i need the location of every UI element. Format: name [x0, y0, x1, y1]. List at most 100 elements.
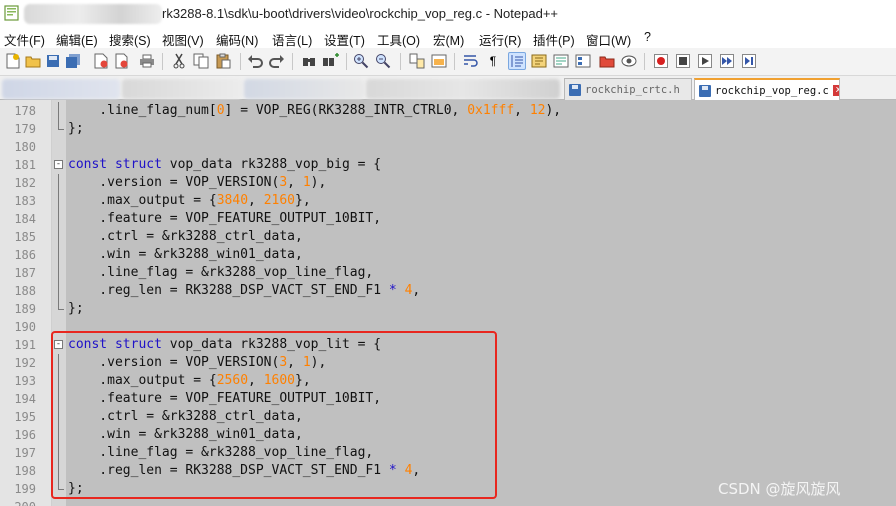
- saved-file-icon: [569, 83, 581, 96]
- fold-toggle-icon[interactable]: -: [54, 160, 63, 169]
- fold-guide: [58, 282, 59, 300]
- code-line[interactable]: 189};: [0, 300, 896, 318]
- window-title: rk3288-8.1\sdk\u-boot\drivers\video\rock…: [162, 6, 558, 21]
- show-all-characters-icon[interactable]: ¶: [484, 52, 502, 70]
- code-text: .version = VOP_VERSION(3, 1),: [68, 175, 327, 190]
- open-file-icon[interactable]: [24, 52, 42, 70]
- menu-file[interactable]: 文件(F): [4, 30, 45, 49]
- code-line[interactable]: 188 .reg_len = RK3288_DSP_VACT_ST_END_F1…: [0, 282, 896, 300]
- toolbar-separator: [644, 53, 645, 70]
- redacted-tab[interactable]: [366, 79, 560, 99]
- save-all-icon[interactable]: [64, 52, 82, 70]
- cut-icon[interactable]: [170, 52, 188, 70]
- stop-recording-icon[interactable]: [674, 52, 692, 70]
- fold-end-marker: [58, 300, 64, 310]
- code-line[interactable]: 200: [0, 498, 896, 506]
- line-number: 200: [0, 498, 36, 506]
- close-icon[interactable]: [92, 52, 110, 70]
- new-file-icon[interactable]: [4, 52, 22, 70]
- fold-guide: [58, 264, 59, 282]
- code-text: .reg_len = RK3288_DSP_VACT_ST_END_F1 * 4…: [68, 283, 421, 298]
- menu-edit[interactable]: 编辑(E): [56, 30, 98, 49]
- line-number: 187: [14, 266, 36, 280]
- redacted-tab[interactable]: [244, 79, 364, 99]
- redacted-path: [24, 4, 162, 24]
- word-wrap-icon[interactable]: [462, 52, 480, 70]
- close-all-icon[interactable]: [112, 52, 130, 70]
- replace-icon[interactable]: [322, 52, 340, 70]
- line-number: 199: [14, 482, 36, 496]
- redo-icon[interactable]: [268, 52, 286, 70]
- tab-label: rockchip_vop_reg.c: [715, 84, 829, 97]
- zoom-in-icon[interactable]: [352, 52, 370, 70]
- menu-run[interactable]: 运行(R): [479, 30, 521, 49]
- code-editor[interactable]: 178 .line_flag_num[0] = VOP_REG(RK3288_I…: [0, 100, 896, 506]
- menu-search[interactable]: 搜索(S): [109, 30, 151, 49]
- line-number: 197: [14, 446, 36, 460]
- line-number: 181: [14, 158, 36, 172]
- watermark: CSDN @旋风旋风: [718, 480, 841, 498]
- menu-macro[interactable]: 宏(M): [433, 30, 464, 49]
- redacted-tab[interactable]: [122, 79, 242, 99]
- code-line[interactable]: 187 .line_flag = &rk3288_vop_line_flag,: [0, 264, 896, 282]
- code-line[interactable]: 182 .version = VOP_VERSION(3, 1),: [0, 174, 896, 192]
- menu-plugins[interactable]: 插件(P): [533, 30, 575, 49]
- playback-macro-icon[interactable]: [696, 52, 714, 70]
- fold-guide: [58, 102, 59, 120]
- sync-vertical-icon[interactable]: [408, 52, 426, 70]
- function-list-icon[interactable]: [574, 52, 592, 70]
- line-number: 189: [14, 302, 36, 316]
- code-line[interactable]: 178 .line_flag_num[0] = VOP_REG(RK3288_I…: [0, 102, 896, 120]
- code-line[interactable]: 184 .feature = VOP_FEATURE_OUTPUT_10BIT,: [0, 210, 896, 228]
- fold-guide: [58, 192, 59, 210]
- tab-rockchip-crtc-h[interactable]: rockchip_crtc.h: [564, 78, 692, 100]
- tab-rockchip-vop-reg-c[interactable]: rockchip_vop_reg.c x: [694, 78, 840, 101]
- menu-help[interactable]: ?: [644, 30, 651, 44]
- zoom-out-icon[interactable]: [374, 52, 392, 70]
- line-number: 179: [14, 122, 36, 136]
- code-text: .line_flag = &rk3288_vop_line_flag,: [68, 265, 374, 280]
- highlight-annotation: [51, 331, 497, 499]
- save-macro-icon[interactable]: [740, 52, 758, 70]
- fold-guide: [58, 174, 59, 192]
- record-macro-icon[interactable]: [652, 52, 670, 70]
- user-defined-language-icon[interactable]: [530, 52, 548, 70]
- save-icon[interactable]: [44, 52, 62, 70]
- menu-window[interactable]: 窗口(W): [586, 30, 631, 49]
- paste-icon[interactable]: [214, 52, 232, 70]
- sync-horizontal-icon[interactable]: [430, 52, 448, 70]
- code-line[interactable]: 180: [0, 138, 896, 156]
- code-line[interactable]: 181 const struct vop_data rk3288_vop_big …: [0, 156, 896, 174]
- menu-view[interactable]: 视图(V): [162, 30, 204, 49]
- fold-guide: [58, 246, 59, 264]
- run-macro-multiple-icon[interactable]: [718, 52, 736, 70]
- menu-settings[interactable]: 设置(T): [324, 30, 365, 49]
- folder-as-workspace-icon[interactable]: [598, 52, 616, 70]
- code-text: };: [68, 301, 84, 316]
- document-map-icon[interactable]: [552, 52, 570, 70]
- line-number: 183: [14, 194, 36, 208]
- code-line[interactable]: 179};: [0, 120, 896, 138]
- menu-tools[interactable]: 工具(O): [377, 30, 420, 49]
- toolbar-separator: [240, 53, 241, 70]
- find-icon[interactable]: [300, 52, 318, 70]
- redacted-tab[interactable]: [2, 79, 120, 99]
- menu-bar: 文件(F) 编辑(E) 搜索(S) 视图(V) 编码(N) 语言(L) 设置(T…: [0, 28, 896, 48]
- line-number: 196: [14, 428, 36, 442]
- notepad-plus-plus-icon: [4, 5, 19, 21]
- indent-guide-icon[interactable]: [508, 52, 526, 70]
- close-tab-icon[interactable]: x: [832, 85, 839, 96]
- code-line[interactable]: 183 .max_output = {3840, 2160},: [0, 192, 896, 210]
- line-number: 191: [14, 338, 36, 352]
- code-text: .max_output = {3840, 2160},: [68, 193, 311, 208]
- line-number: 186: [14, 248, 36, 262]
- code-line[interactable]: 185 .ctrl = &rk3288_ctrl_data,: [0, 228, 896, 246]
- line-number: 182: [14, 176, 36, 190]
- code-line[interactable]: 186 .win = &rk3288_win01_data,: [0, 246, 896, 264]
- menu-language[interactable]: 语言(L): [272, 30, 312, 49]
- copy-icon[interactable]: [192, 52, 210, 70]
- monitoring-icon[interactable]: [620, 52, 638, 70]
- undo-icon[interactable]: [246, 52, 264, 70]
- menu-encoding[interactable]: 编码(N): [216, 30, 258, 49]
- print-icon[interactable]: [138, 52, 156, 70]
